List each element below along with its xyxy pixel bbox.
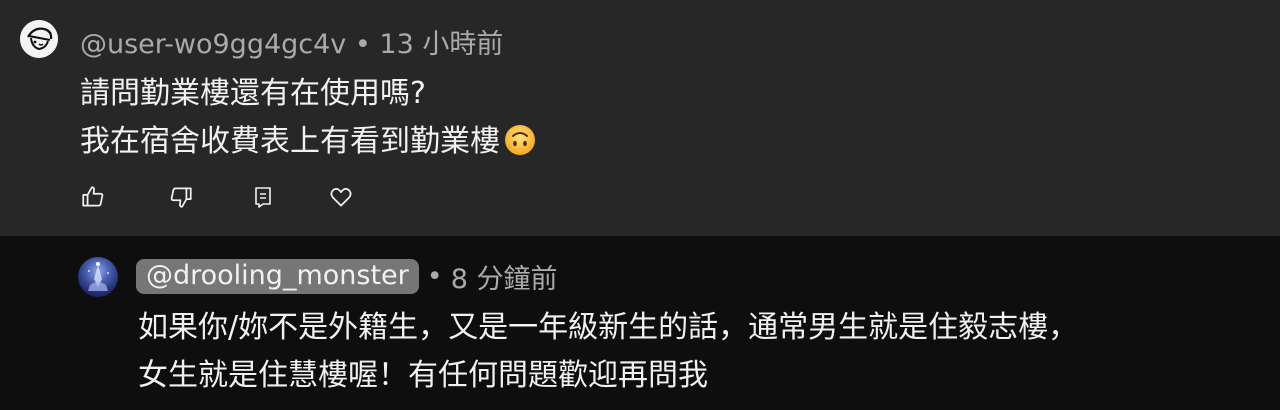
heart-button[interactable] <box>326 180 356 214</box>
avatar[interactable] <box>20 20 58 58</box>
comment-header: @user-wo9gg4gc4v • 13 小時前 <box>80 22 503 61</box>
dislike-button[interactable] <box>166 180 196 214</box>
reply-username-chip[interactable]: @drooling_monster <box>136 259 419 294</box>
thumbs-down-icon <box>170 187 192 208</box>
comment-line-with-emoji: 我在宿舍收費表上有看到勤業樓 <box>80 118 536 166</box>
reply-line: 如果你/妳不是外籍生，又是一年級新生的話，通常男生就是住毅志樓， <box>138 310 1079 345</box>
reply-icon <box>255 187 271 208</box>
comment-card: @user-wo9gg4gc4v • 13 小時前 請問勤業樓還有在使用嗎? 我… <box>0 0 1280 236</box>
reply-header: @drooling_monster • 8 分鐘前 <box>136 257 557 296</box>
thumbs-up-icon <box>82 186 104 207</box>
comment-line: 請問勤業樓還有在使用嗎? <box>80 76 426 111</box>
heart-icon <box>330 188 352 207</box>
avatar[interactable] <box>78 257 118 297</box>
comment-text: 請問勤業樓還有在使用嗎? 我在宿舍收費表上有看到勤業樓 <box>80 70 536 166</box>
like-button[interactable] <box>78 180 108 214</box>
reply-line: 女生就是住慧樓喔！有任何問題歡迎再問我 <box>138 358 708 393</box>
user-avatar-icon <box>88 262 109 291</box>
reply-text: 如果你/妳不是外籍生，又是一年級新生的話，通常男生就是住毅志樓， 女生就是住慧樓… <box>138 304 1078 400</box>
comment-username[interactable]: @user-wo9gg4gc4v <box>80 29 346 60</box>
reply-timestamp[interactable]: 8 分鐘前 <box>451 257 558 296</box>
comment-timestamp[interactable]: 13 小時前 <box>379 29 503 60</box>
user-avatar-icon <box>20 20 58 58</box>
meta-separator: • <box>426 261 443 292</box>
upside-down-face-icon <box>505 125 535 155</box>
reply-button[interactable] <box>248 180 278 214</box>
comment-line: 我在宿舍收費表上有看到勤業樓 <box>80 124 500 159</box>
comment-actions <box>78 180 378 214</box>
meta-separator: • <box>354 29 371 60</box>
